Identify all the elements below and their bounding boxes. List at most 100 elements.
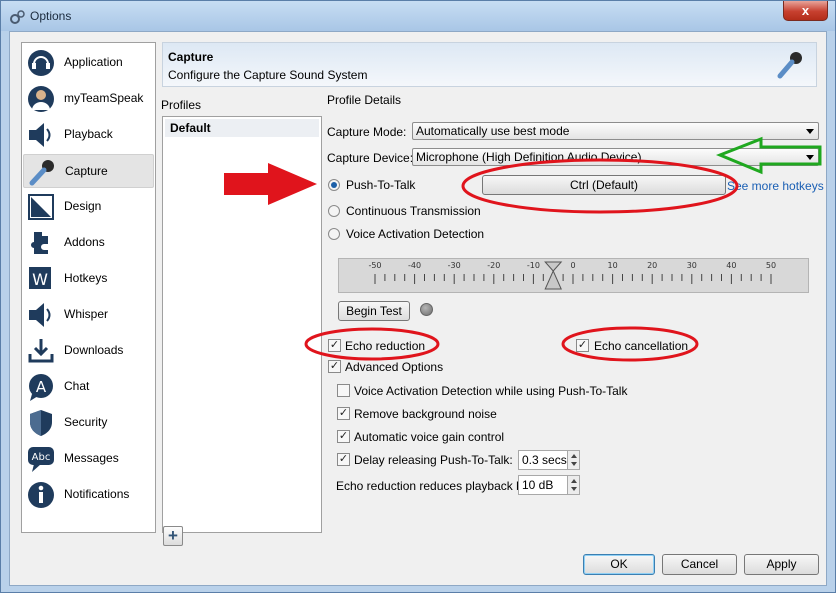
nav-item-label: myTeamSpeak [64,91,144,105]
shield-icon [30,410,52,436]
nav-item-design[interactable]: Design [23,190,154,224]
begin-test-button[interactable]: Begin Test [338,301,410,321]
microphone-icon [777,52,802,79]
nav-item-label: Notifications [64,487,130,501]
slider-tick-label: 30 [687,261,697,270]
capture-device-label: Capture Device: [327,151,414,165]
nav-item-label: Hotkeys [64,271,108,285]
agc-label: Automatic voice gain control [354,430,505,444]
headset-icon [28,50,54,76]
nav-item-capture[interactable]: Capture [23,154,154,188]
nav-item-label: Design [64,199,102,213]
messages-icon: Abc [28,447,54,472]
echo-cancellation-label: Echo cancellation [594,339,689,353]
nav-item-downloads[interactable]: Downloads [23,334,154,368]
continuous-transmission-label: Continuous Transmission [346,204,481,218]
slider-tick-label: -50 [368,261,381,270]
voice-activation-label: Voice Activation Detection [346,227,485,241]
echo-reduce-playback-value: 10 dB [522,478,554,492]
nav-item-playback[interactable]: Playback [23,118,154,152]
capture-mode-select[interactable]: Automatically use best mode [412,122,819,140]
slider-scale: -50 -40 -30 -20 -10 0 10 20 30 40 50 [368,261,776,290]
nav-item-label: Chat [64,379,90,393]
ptt-hotkey-button[interactable]: Ctrl (Default) [482,175,726,195]
echo-reduce-playback-label: Echo reduction reduces playback by: [336,479,533,493]
slider-tick-label: -10 [527,261,540,270]
slider-tick-label: 20 [647,261,657,270]
push-to-talk-radio[interactable] [328,179,340,191]
vad-while-ptt-label: Voice Activation Detection while using P… [354,384,628,398]
chevron-down-icon [806,155,814,160]
ok-button[interactable]: OK [583,554,655,575]
chat-icon: A [29,374,53,401]
remove-noise-checkbox[interactable]: ✓ [337,407,350,420]
profile-item-default[interactable]: Default [165,119,319,137]
nav-item-messages[interactable]: Abc Messages [23,442,154,476]
add-profile-button[interactable]: + [163,526,183,546]
nav-item-label: Addons [64,235,105,249]
nav-item-label: Downloads [64,343,124,357]
options-window: Options x Application myTeamSpeak Playback… [0,0,836,593]
whisper-icon [29,303,51,327]
delay-ptt-label: Delay releasing Push-To-Talk: [354,453,513,467]
profiles-label: Profiles [161,98,202,112]
slider-tick-label: 10 [608,261,618,270]
nav-item-label: Capture [65,164,108,178]
advanced-options-checkbox[interactable]: ✓ [328,360,341,373]
nav-item-myteamspeak[interactable]: myTeamSpeak [23,82,154,116]
spin-arrows-icon[interactable] [567,475,580,495]
settings-nav: Application myTeamSpeak Playback Capture Des… [21,42,156,533]
voice-activation-radio[interactable] [328,228,340,240]
slider-tick-label: 0 [570,261,575,270]
echo-cancellation-checkbox[interactable]: ✓ [576,339,589,352]
microphone-icon [29,160,54,186]
profiles-list: Default [162,116,322,533]
delay-ptt-checkbox[interactable]: ✓ [337,453,350,466]
echo-reduce-playback-spinbox[interactable]: 10 dB [518,475,580,495]
slider-tick-label: -40 [408,261,421,270]
see-more-hotkeys-link[interactable]: See more hotkeys [727,179,824,193]
cancel-button[interactable]: Cancel [662,554,737,575]
info-icon [28,482,54,508]
nav-item-security[interactable]: Security [23,406,154,440]
spin-arrows-icon[interactable] [567,450,580,470]
nav-item-hotkeys[interactable]: W Hotkeys [23,262,154,296]
nav-item-label: Whisper [64,307,109,321]
options-client-area: Application myTeamSpeak Playback Capture Des… [9,31,827,586]
puzzle-icon [31,232,48,254]
nav-item-label: Messages [64,451,119,465]
capture-device-value: Microphone (High Definition Audio Device… [416,150,642,164]
delay-ptt-spinbox[interactable]: 0.3 secs [518,450,580,470]
svg-text:A: A [36,378,47,396]
nav-item-addons[interactable]: Addons [23,226,154,260]
download-icon [28,339,54,363]
vad-level-slider[interactable]: -50 -40 -30 -20 -10 0 10 20 30 40 50 [338,258,809,293]
page-subtitle: Configure the Capture Sound System [168,68,368,82]
echo-reduction-checkbox[interactable]: ✓ [328,339,341,352]
push-to-talk-label: Push-To-Talk [346,178,416,192]
advanced-options-label: Advanced Options [345,360,444,374]
hotkeys-icon: W [29,267,51,289]
user-icon [28,86,54,112]
capture-mode-label: Capture Mode: [327,125,407,139]
apply-button[interactable]: Apply [744,554,819,575]
nav-item-label: Playback [64,127,113,141]
test-status-indicator [420,303,433,316]
vad-while-ptt-checkbox[interactable] [337,384,350,397]
nav-item-notifications[interactable]: Notifications [23,478,154,512]
slider-handle[interactable] [544,261,563,290]
continuous-transmission-radio[interactable] [328,205,340,217]
nav-item-label: Application [64,55,123,69]
nav-item-whisper[interactable]: Whisper [23,298,154,332]
title-bar[interactable]: Options x [1,1,835,31]
close-button[interactable]: x [783,1,828,21]
svg-text:Abc: Abc [32,452,51,463]
profile-details-label: Profile Details [327,93,402,107]
nav-item-label: Security [64,415,108,429]
design-icon [28,194,54,220]
nav-item-application[interactable]: Application [23,46,154,80]
nav-item-chat[interactable]: A Chat [23,370,154,404]
capture-device-select[interactable]: Microphone (High Definition Audio Device… [412,148,819,166]
agc-checkbox[interactable]: ✓ [337,430,350,443]
capture-mode-value: Automatically use best mode [416,124,570,138]
